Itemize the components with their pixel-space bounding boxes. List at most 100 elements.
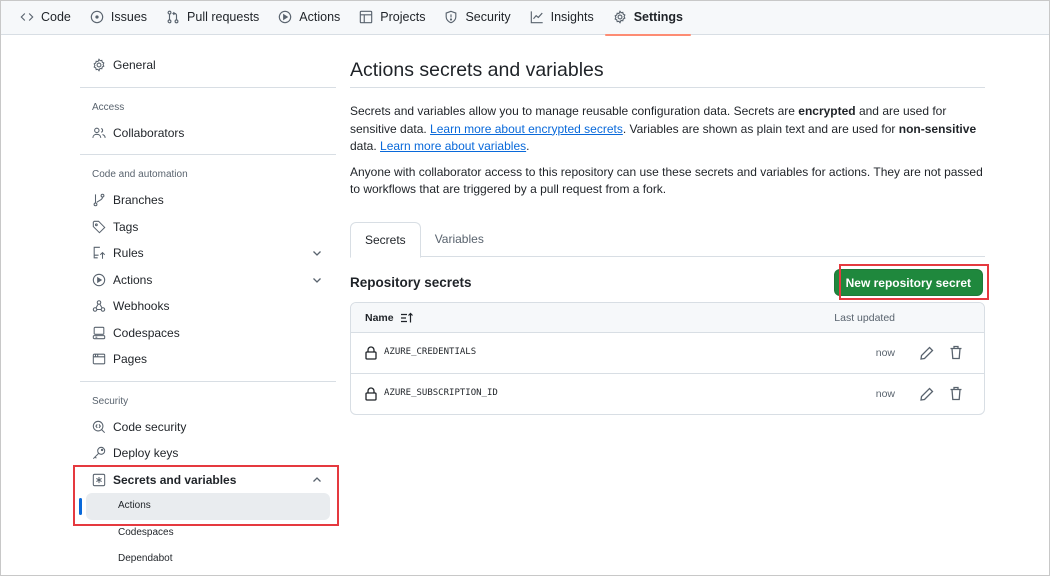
desc-text: Secrets and variables allow you to manag… [350, 104, 799, 118]
issue-opened-icon [90, 10, 104, 24]
sidebar-divider [80, 86, 336, 88]
desc-text: . Variables are shown as plain text and … [622, 121, 899, 136]
sidebar-heading-access: Access [92, 101, 125, 113]
sidebar-heading-code-automation: Code and automation [92, 169, 188, 180]
sidebar-item-webhooks[interactable]: Webhooks [80, 293, 336, 320]
tab-settings[interactable]: Settings [604, 0, 692, 36]
trash-icon[interactable] [949, 345, 963, 360]
sidebar-item-label: Pages [113, 352, 148, 367]
column-header-last-updated: Last updated [834, 312, 895, 324]
tab-label: Security [465, 10, 511, 24]
gear-icon [614, 10, 626, 24]
sidebar-item-label: Branches [113, 193, 164, 208]
sidebar-item-label: Rules [113, 246, 144, 261]
tab-variables[interactable]: Variables [421, 222, 498, 257]
sidebar-item-label: Tags [113, 219, 139, 234]
last-updated: now [875, 347, 895, 359]
sidebar-item-label: Collaborators [113, 125, 185, 140]
page-title: Actions secrets and variables [350, 52, 985, 88]
repository-secrets-header: Repository secrets New repository secret [350, 266, 985, 298]
sidebar-item-label: Webhooks [113, 299, 170, 314]
sidebar-item-label: Deploy keys [113, 446, 179, 461]
git-branch-icon [93, 193, 105, 207]
settings-sidebar: General Access Collaborators Code and au… [79, 52, 336, 573]
tab-insights[interactable]: Insights [522, 0, 602, 35]
sidebar-subitem-codespaces[interactable]: Codespaces [86, 520, 330, 547]
sidebar-subitem-actions[interactable]: Actions [79, 493, 330, 520]
desc-text: . [526, 139, 530, 153]
tab-actions[interactable]: Actions [270, 0, 348, 35]
codespaces-icon [92, 326, 106, 339]
sidebar-item-general[interactable]: General [80, 52, 336, 79]
pencil-icon[interactable] [920, 387, 934, 401]
graph-icon [530, 11, 543, 24]
key-icon [92, 447, 106, 460]
sidebar-divider [80, 154, 336, 155]
collaborator-note: Anyone with collaborator access to this … [350, 164, 983, 197]
sidebar-item-deploy-keys[interactable]: Deploy keys [80, 440, 336, 467]
sidebar-subitem-dependabot[interactable]: Dependabot [86, 546, 330, 573]
pencil-icon[interactable] [920, 346, 934, 360]
sidebar-item-actions[interactable]: Actions [80, 267, 336, 294]
people-icon [92, 127, 106, 138]
new-repository-secret-button[interactable]: New repository secret [833, 269, 983, 296]
section-title: Repository secrets [350, 275, 472, 290]
repo-nav: Code Issues Pull requests Actions Projec… [0, 0, 1050, 36]
tab-label: Actions [299, 10, 341, 24]
description: Secrets and variables allow you to manag… [350, 103, 985, 156]
sidebar-item-label: Actions [113, 272, 153, 287]
secret-name: AZURE_CREDENTIALS [384, 347, 477, 357]
learn-more-secrets-link[interactable]: Learn more about encrypted secrets [430, 122, 623, 136]
sort-asc-icon [400, 312, 413, 323]
tab-issues[interactable]: Issues [82, 0, 155, 35]
secret-name: AZURE_SUBSCRIPTION_ID [384, 387, 498, 398]
trash-icon[interactable] [949, 386, 963, 401]
secrets-variables-tabs: Secrets Variables [350, 222, 985, 258]
sidebar-item-rules[interactable]: Rules [80, 240, 336, 267]
table-header: Name Last updated [351, 303, 984, 333]
tab-label: Code [41, 10, 71, 24]
sidebar-item-codespaces[interactable]: Codespaces [80, 320, 336, 347]
play-icon [92, 273, 106, 286]
sidebar-heading-security: Security [92, 395, 129, 407]
sidebar-item-label: Secrets and variables [113, 472, 237, 487]
play-icon [279, 10, 292, 24]
table-icon [360, 10, 373, 24]
webhook-icon [92, 300, 106, 313]
git-pull-request-icon [167, 10, 179, 24]
column-name-sort[interactable]: Name [365, 312, 414, 324]
tab-security[interactable]: Security [436, 0, 518, 35]
last-updated: now [875, 387, 895, 400]
tab-label: Projects [380, 10, 426, 24]
tab-label: Insights [550, 10, 594, 24]
tab-label: Issues [110, 10, 148, 24]
shield-icon [446, 10, 457, 24]
tab-code[interactable]: Code [12, 0, 79, 35]
sidebar-item-collaborators[interactable]: Collaborators [80, 120, 336, 147]
chevron-down-icon[interactable] [312, 248, 322, 258]
asterisk-icon [92, 473, 106, 486]
tab-pull-requests[interactable]: Pull requests [158, 0, 267, 35]
secrets-table: Name Last updated AZURE_CREDENTIALS now … [350, 302, 985, 415]
desc-bold-encrypted: encrypted [798, 104, 856, 118]
sidebar-item-branches[interactable]: Branches [80, 187, 336, 214]
learn-more-variables-link[interactable]: Learn more about variables [380, 139, 526, 153]
sidebar-item-label: General [113, 58, 156, 73]
lock-icon [365, 346, 377, 360]
sidebar-item-tags[interactable]: Tags [80, 214, 336, 241]
chevron-down-icon[interactable] [312, 275, 322, 285]
browser-icon [92, 353, 106, 365]
sidebar-item-secrets-and-variables[interactable]: Secrets and variables [80, 467, 336, 494]
sidebar-divider [80, 380, 336, 382]
sidebar-item-pages[interactable]: Pages [80, 346, 336, 373]
sidebar-item-code-security[interactable]: Code security [80, 414, 336, 441]
chevron-up-icon[interactable] [312, 475, 322, 485]
tag-icon [92, 220, 106, 234]
tab-secrets[interactable]: Secrets [350, 222, 421, 258]
repo-push-icon [93, 247, 106, 259]
sidebar-item-label: Code security [113, 419, 187, 434]
column-header-name: Name [365, 312, 394, 324]
desc-bold-non-sensitive: non-sensitive [898, 121, 977, 136]
codescan-icon [92, 420, 106, 433]
tab-projects[interactable]: Projects [351, 0, 433, 35]
